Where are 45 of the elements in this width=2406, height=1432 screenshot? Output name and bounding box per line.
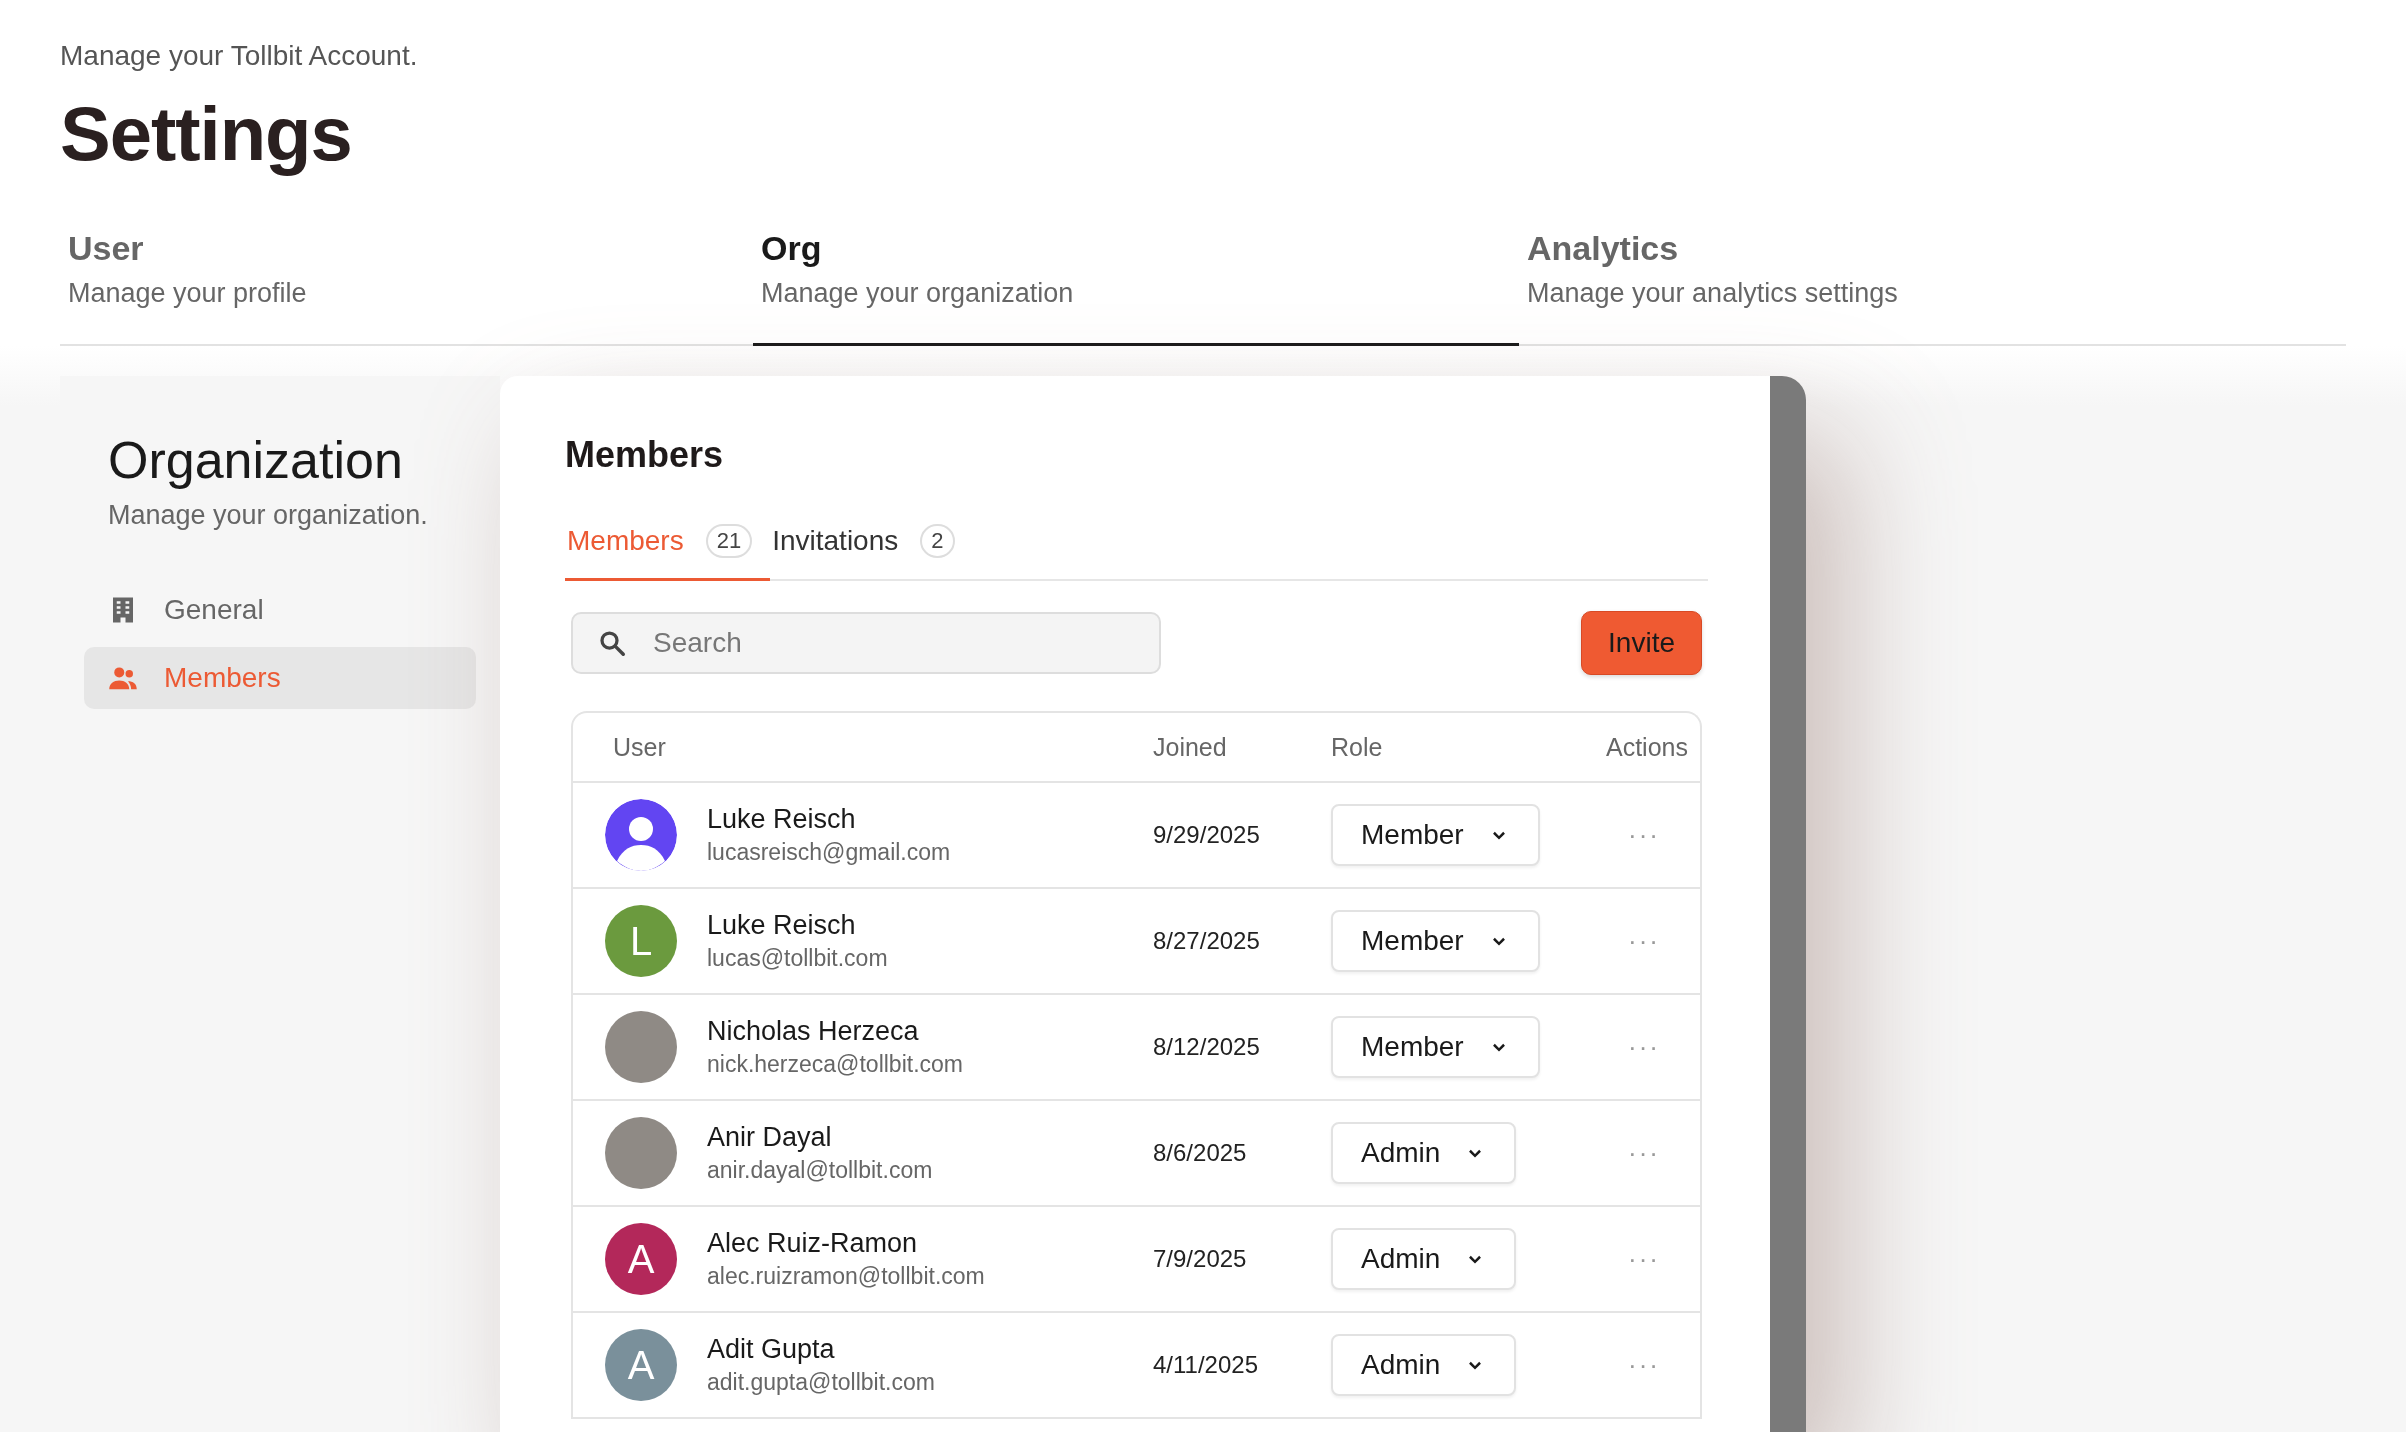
column-header: User — [612, 732, 667, 762]
role-dropdown[interactable]: Admin — [1331, 1334, 1517, 1396]
settings-tab[interactable]: Analytics Manage your analytics settings — [1519, 229, 2346, 347]
role-dropdown[interactable]: Admin — [1331, 1122, 1517, 1184]
member-email: lucas@tollbit.com — [707, 945, 888, 972]
column-header: Role — [1331, 732, 1384, 762]
section-title: Organization — [107, 430, 404, 490]
member-name: Adit Gupta — [707, 1334, 836, 1365]
role-dropdown[interactable]: Member — [1331, 1016, 1540, 1078]
count-badge: 21 — [705, 524, 753, 558]
page-subtitle: Manage your Tollbit Account. — [60, 40, 419, 72]
member-name: Anir Dayal — [707, 1122, 833, 1153]
avatar: A — [605, 1223, 677, 1295]
avatar: L — [605, 905, 677, 977]
member-email: anir.dayal@tollbit.com — [707, 1157, 933, 1184]
column-header: Joined — [1153, 732, 1228, 762]
count-badge: 2 — [920, 524, 955, 558]
member-email: adit.gupta@tollbit.com — [707, 1369, 935, 1396]
role-dropdown[interactable]: Admin — [1331, 1228, 1517, 1290]
avatar: A — [605, 1329, 677, 1401]
member-name: Nicholas Herzeca — [707, 1016, 920, 1047]
joined-date: 8/6/2025 — [1153, 1139, 1247, 1166]
page-title: Settings — [60, 90, 353, 177]
panel-title: Members — [565, 434, 725, 476]
member-name: Alec Ruiz-Ramon — [707, 1228, 919, 1259]
member-name: Luke Reisch — [707, 910, 857, 941]
invite-button[interactable]: Invite — [1581, 611, 1702, 675]
section-subtitle: Manage your organization. — [107, 500, 429, 531]
joined-date: 7/9/2025 — [1153, 1245, 1247, 1272]
search-field[interactable]: Search — [571, 612, 1161, 674]
member-email: lucasreisch@gmail.com — [707, 839, 951, 866]
members-tab[interactable]: Invitations 2 — [770, 524, 973, 581]
sidebar-item[interactable]: General — [84, 579, 476, 641]
joined-date: 8/12/2025 — [1153, 1033, 1260, 1060]
member-email: alec.ruizramon@tollbit.com — [707, 1263, 985, 1290]
role-dropdown[interactable]: Member — [1331, 804, 1540, 866]
members-tab[interactable]: Members 21 — [565, 524, 771, 581]
role-dropdown[interactable]: Member — [1331, 910, 1540, 972]
joined-date: 8/27/2025 — [1153, 927, 1260, 954]
settings-tab[interactable]: User Manage your profile — [60, 229, 753, 347]
joined-date: 4/11/2025 — [1153, 1351, 1258, 1378]
column-header: Actions — [1606, 732, 1689, 762]
member-name: Luke Reisch — [707, 804, 857, 835]
joined-date: 9/29/2025 — [1153, 821, 1260, 848]
member-email: nick.herzeca@tollbit.com — [707, 1051, 963, 1078]
